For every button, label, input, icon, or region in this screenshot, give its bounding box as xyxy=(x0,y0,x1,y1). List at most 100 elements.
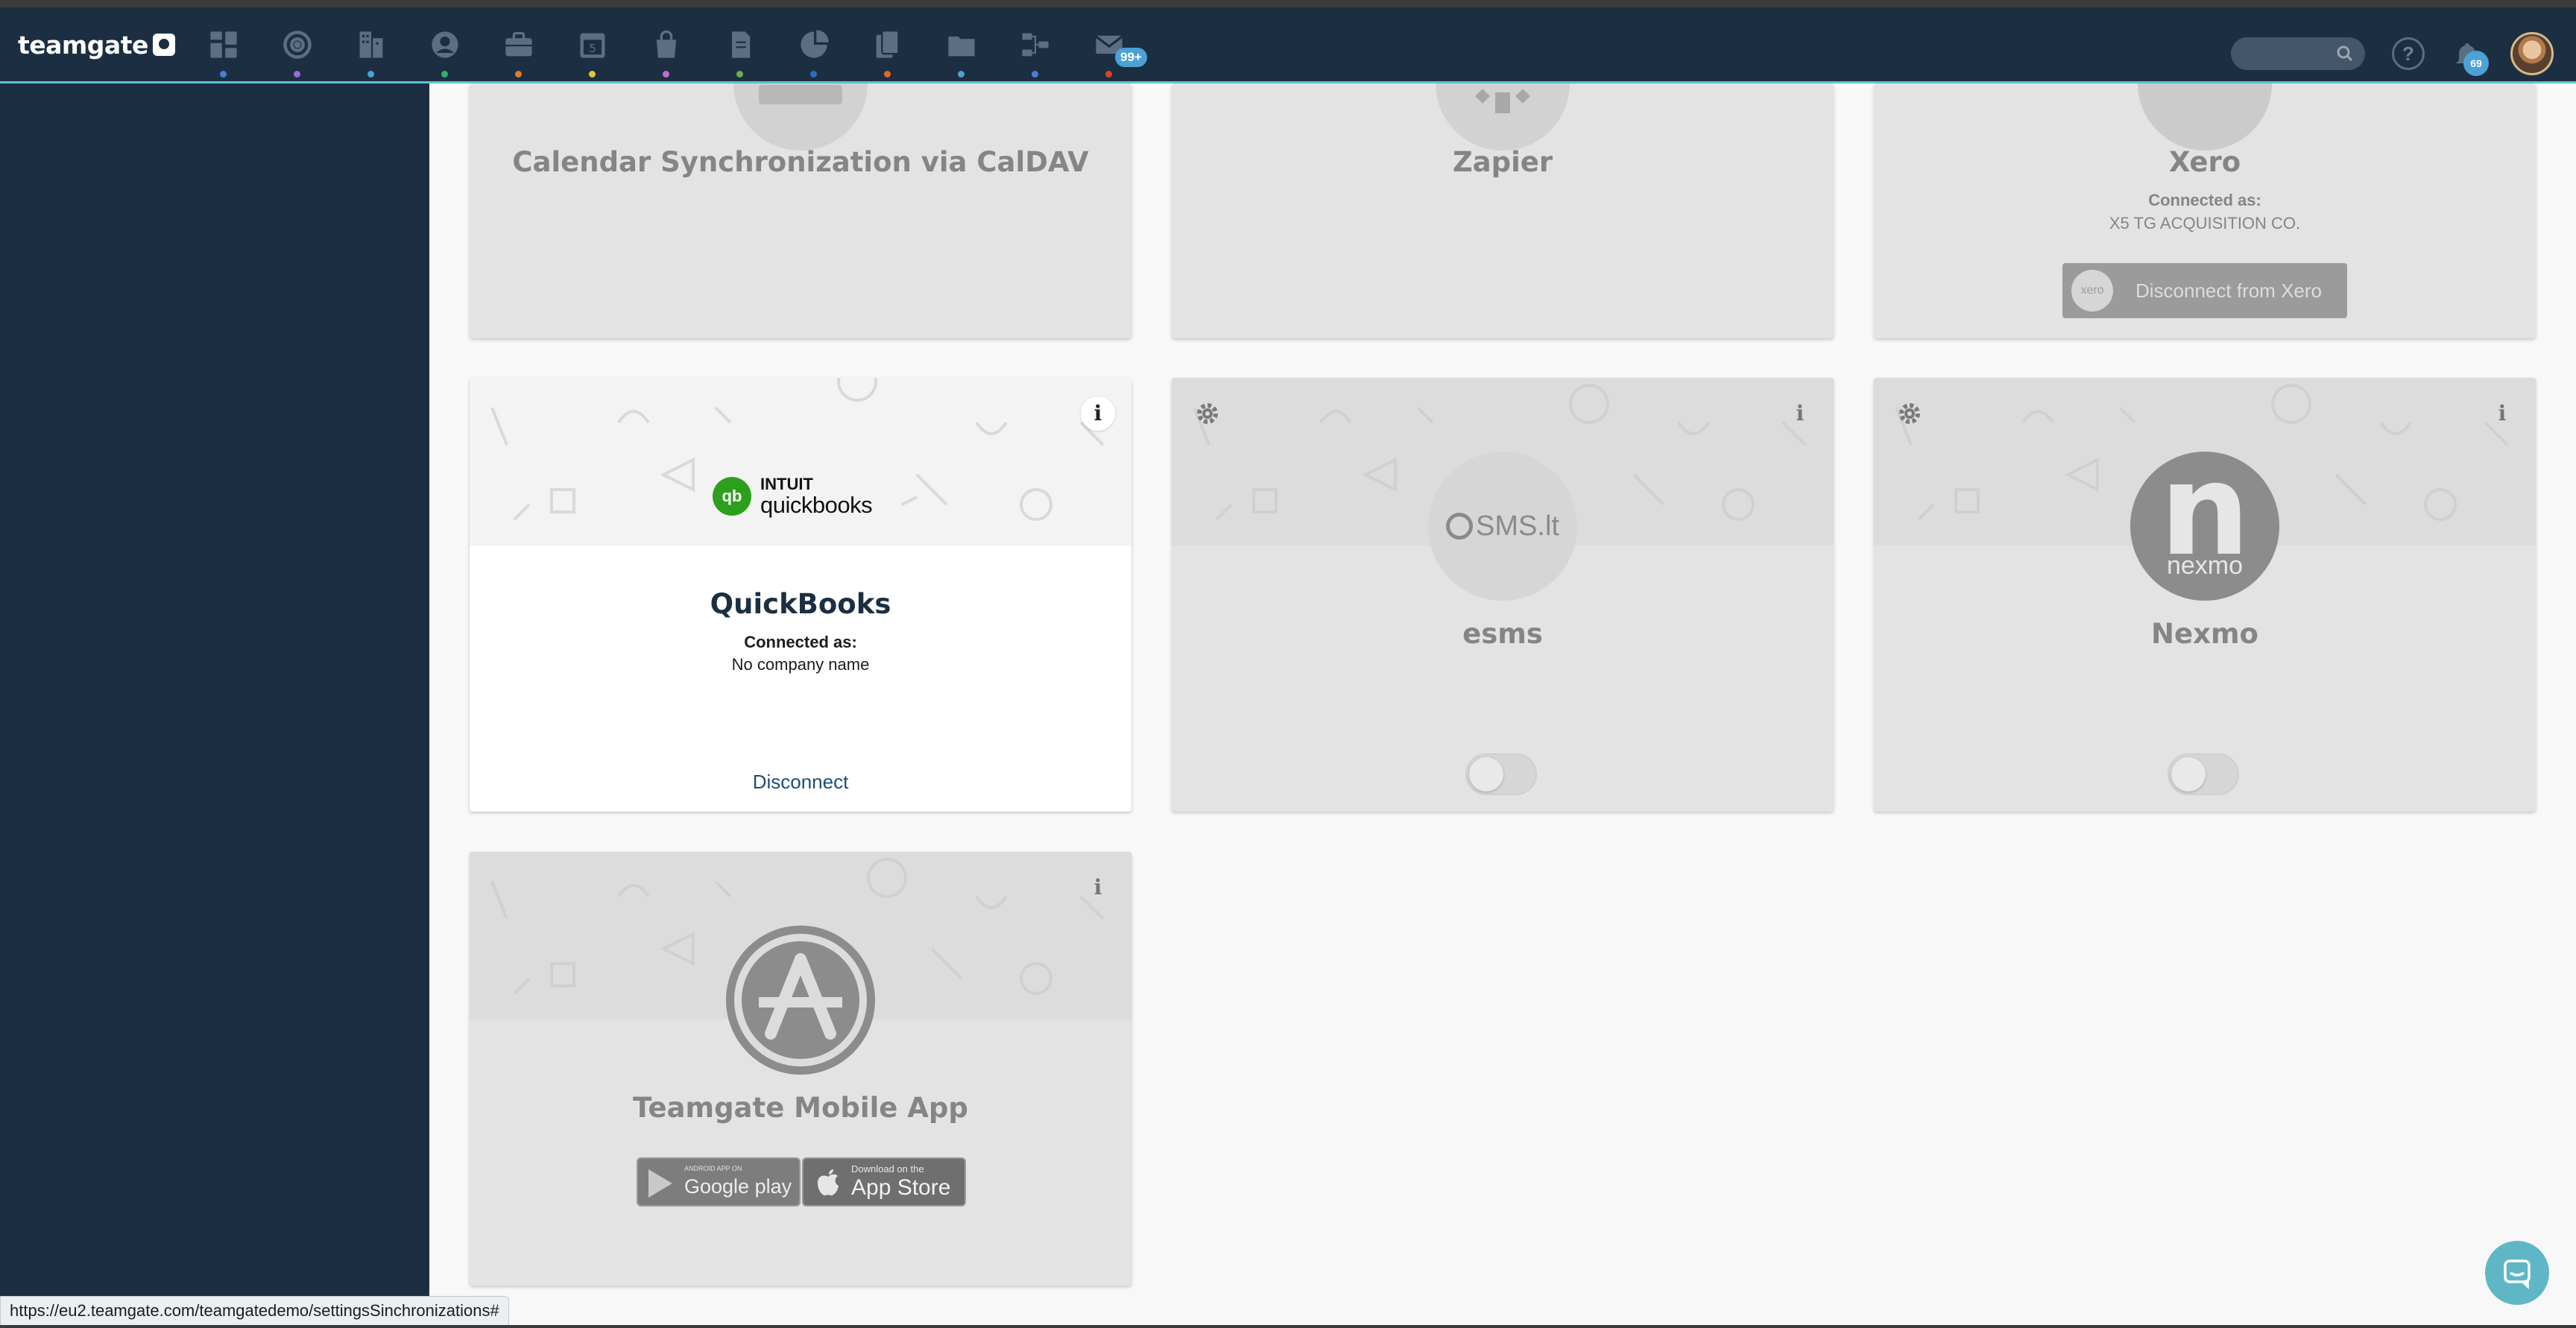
companies-icon xyxy=(359,31,382,58)
info-button[interactable]: i xyxy=(1081,870,1115,905)
connected-label: Connected as: xyxy=(744,633,857,651)
google-play-big: Google play xyxy=(684,1175,792,1198)
google-play-icon xyxy=(648,1169,672,1198)
nav-targets[interactable] xyxy=(260,15,334,83)
nav-products[interactable] xyxy=(629,15,703,83)
deals-icon xyxy=(505,31,532,57)
card-title: Nexmo xyxy=(2151,618,2258,650)
app-store-button[interactable]: Download on the App Store xyxy=(802,1157,966,1207)
teamgate-logo[interactable]: teamgate xyxy=(18,28,175,61)
nexmo-logo: n nexmo xyxy=(2130,447,2279,601)
nav-dashboard[interactable] xyxy=(186,15,260,83)
info-button[interactable]: i xyxy=(1783,396,1817,431)
nav-documents[interactable] xyxy=(850,15,924,83)
nav-dot xyxy=(515,71,522,78)
nav-invoices[interactable] xyxy=(703,15,777,83)
card-nexmo: i n nexmo Nexmo xyxy=(1874,378,2536,812)
app-store-small: Download on the xyxy=(851,1163,924,1174)
esms-e-icon xyxy=(1446,513,1474,540)
card-esms: i SMS.lt esms xyxy=(1172,378,1834,812)
help-button[interactable]: ? xyxy=(2392,37,2425,70)
xero-badge-icon: xero xyxy=(2071,270,2113,312)
window-top-strip xyxy=(0,0,2576,7)
card-zapier: Zapier xyxy=(1172,83,1834,338)
card-title: esms xyxy=(1462,618,1543,650)
card-title: Xero xyxy=(2168,146,2241,178)
nav-dot xyxy=(589,71,596,78)
app-store-big: App Store xyxy=(851,1175,951,1200)
esms-toggle[interactable] xyxy=(1465,753,1537,795)
card-title: Teamgate Mobile App xyxy=(633,1092,968,1124)
logo-quickbooks: quickbooks xyxy=(760,492,873,518)
card-quickbooks: qb INTUIT quickbooks i QuickBooks Connec… xyxy=(470,378,1131,812)
logo-text: teamgate xyxy=(18,30,148,60)
google-play-small: ANDROID APP ON xyxy=(684,1165,742,1172)
card-mobile-app: i Teamgate Mobile App ANDROID APP ON Goo… xyxy=(470,852,1131,1286)
info-button[interactable]: i xyxy=(1081,396,1115,431)
nav-deals[interactable] xyxy=(482,15,555,83)
disconnect-link[interactable]: Disconnect xyxy=(470,771,1131,794)
nav-dot xyxy=(1032,71,1038,78)
nexmo-word: nexmo xyxy=(2166,551,2244,580)
esms-logo-text: SMS.lt xyxy=(1476,510,1559,542)
chat-launcher-button[interactable] xyxy=(2485,1241,2549,1305)
nav-files[interactable] xyxy=(924,15,998,83)
gear-icon[interactable] xyxy=(1896,400,1923,427)
card-title: Calendar Synchronization via CalDAV xyxy=(512,146,1089,178)
notification-badge: 69 xyxy=(2463,51,2489,76)
search-input[interactable] xyxy=(2231,37,2365,70)
window-bottom-strip xyxy=(0,1325,2576,1328)
zapier-logo-icon xyxy=(1436,83,1570,151)
logo-mark-icon xyxy=(152,34,175,56)
dashboard-icon xyxy=(209,31,237,58)
target-icon xyxy=(282,31,312,59)
status-bar-url: https://eu2.teamgate.com/teamgatedemo/se… xyxy=(0,1296,509,1326)
nav-dot xyxy=(810,71,817,78)
nav-reports[interactable] xyxy=(777,15,850,83)
nav-dot xyxy=(958,71,965,78)
disconnect-label: Disconnect from Xero xyxy=(2135,279,2322,302)
workflow-icon xyxy=(1021,33,1049,57)
nav-dot xyxy=(884,71,891,78)
nav-workflow[interactable] xyxy=(998,15,1072,83)
nav-dot xyxy=(736,71,743,78)
invoices-icon xyxy=(731,31,750,58)
nexmo-toggle[interactable] xyxy=(2168,753,2239,795)
card-title: QuickBooks xyxy=(710,588,891,620)
main-nav: 5 99+ xyxy=(186,15,1147,83)
xero-logo-icon xyxy=(2138,83,2272,151)
nav-contacts[interactable] xyxy=(408,15,482,83)
card-title: Zapier xyxy=(1452,146,1553,178)
card-hero-pattern: qb INTUIT quickbooks xyxy=(470,378,1131,546)
gear-icon[interactable] xyxy=(1194,400,1221,427)
quickbooks-logo: qb INTUIT quickbooks xyxy=(701,456,902,531)
google-play-button[interactable]: ANDROID APP ON Google play xyxy=(637,1157,801,1207)
reports-icon xyxy=(800,30,829,58)
avatar[interactable] xyxy=(2510,32,2554,75)
esms-logo: SMS.lt xyxy=(1428,452,1577,601)
nav-companies[interactable] xyxy=(334,15,408,83)
nav-dot xyxy=(294,71,300,78)
nav-dot xyxy=(441,71,448,78)
disconnect-from-xero-button[interactable]: xero Disconnect from Xero xyxy=(2062,263,2347,318)
connected-label: Connected as: xyxy=(2148,191,2261,209)
quickbooks-mark-icon: qb xyxy=(713,477,751,516)
app-store-logo-icon xyxy=(726,926,875,1075)
nav-calendar[interactable]: 5 xyxy=(555,15,629,83)
card-xero: Xero Connected as: X5 TG ACQUISITION CO.… xyxy=(1874,83,2536,338)
calendar-icon: 5 xyxy=(580,33,604,58)
nav-mail[interactable]: 99+ xyxy=(1072,15,1147,83)
caldav-logo-icon xyxy=(733,83,868,151)
search-icon xyxy=(2337,45,2353,62)
nav-dot xyxy=(1105,71,1112,78)
products-icon xyxy=(656,30,676,58)
files-icon xyxy=(947,37,975,57)
connected-value: X5 TG ACQUISITION CO. xyxy=(2109,214,2301,233)
info-button[interactable]: i xyxy=(2485,396,2519,431)
nav-dot xyxy=(663,71,669,78)
contacts-icon xyxy=(431,31,458,58)
settings-sidebar xyxy=(0,83,429,1325)
chat-icon xyxy=(2504,1259,2531,1289)
documents-icon xyxy=(876,30,899,58)
card-caldav: Calendar Synchronization via CalDAV xyxy=(470,83,1131,338)
